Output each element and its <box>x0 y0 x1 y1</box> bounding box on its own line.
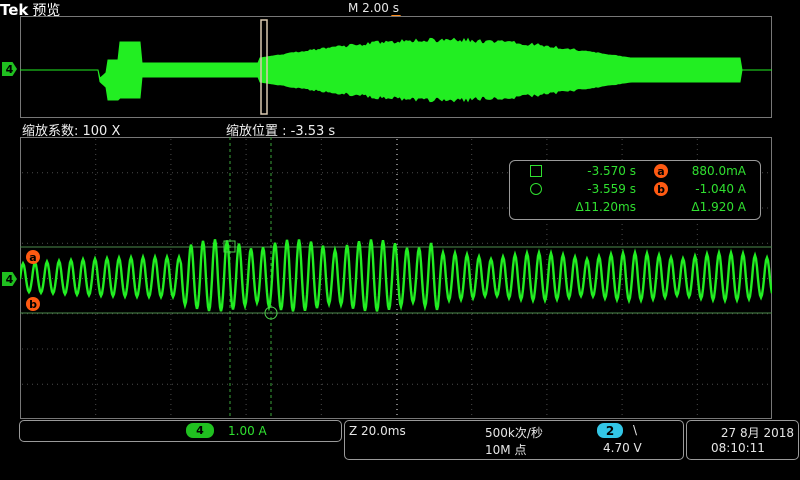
sample-rate: 500k次/秒 <box>485 424 543 441</box>
cursor-b-badge: b <box>654 182 668 196</box>
delta-value: Δ1.920 A <box>691 200 746 214</box>
cursor-readout: -3.570 s -3.559 s Δ11.20ms a b 880.0mA -… <box>509 160 761 220</box>
cursor-a-badge: a <box>654 164 668 178</box>
zoom-timebase: Z 20.0ms <box>349 424 406 438</box>
date-readout: 27 8月 2018 <box>721 424 794 441</box>
datetime-panel: 27 8月 2018 08:10:11 <box>686 420 799 460</box>
circle-cursor-time: -3.559 s <box>587 182 636 196</box>
timebase-readout: M 2.00 s <box>348 1 399 15</box>
overview-waveform <box>20 16 772 118</box>
delta-time: Δ11.20ms <box>575 200 636 214</box>
circle-cursor-icon <box>530 183 542 195</box>
channel-4-marker-zoom[interactable]: 4 <box>2 272 17 286</box>
cursor-b-value: -1.040 A <box>695 182 746 196</box>
channel-4-panel[interactable]: 4 1.00 A <box>19 420 342 442</box>
record-length: 10M 点 <box>485 441 526 458</box>
time-readout: 08:10:11 <box>711 441 765 455</box>
square-cursor-time: -3.570 s <box>587 164 636 178</box>
cursor-a-value: 880.0mA <box>692 164 746 178</box>
trigger-level: 4.70 V <box>603 441 642 455</box>
cursor-b-label[interactable]: b <box>26 297 40 311</box>
trigger-channel-badge[interactable]: 2 <box>597 423 623 438</box>
square-cursor-icon <box>530 165 542 177</box>
channel-4-scale: 1.00 A <box>228 424 267 438</box>
channel-4-marker-overview[interactable]: 4 <box>2 62 17 76</box>
trigger-slope-icon: \ <box>633 423 637 437</box>
acquisition-panel[interactable]: Z 20.0ms 500k次/秒 10M 点 2 \ 4.70 V <box>344 420 684 460</box>
cursor-a-label[interactable]: a <box>26 250 40 264</box>
channel-4-badge[interactable]: 4 <box>186 423 214 438</box>
